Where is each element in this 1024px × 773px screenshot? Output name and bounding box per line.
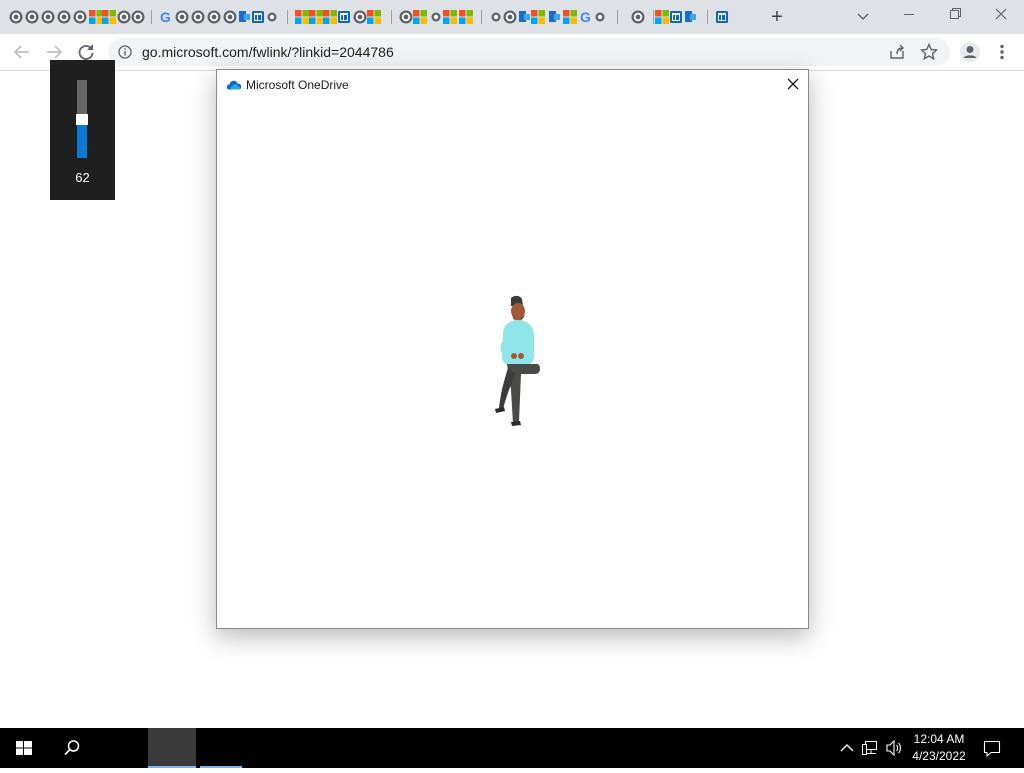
volume-slider-fill bbox=[77, 125, 87, 158]
bookmark-star-icon[interactable] bbox=[920, 43, 938, 61]
volume-slider-thumb[interactable] bbox=[76, 114, 88, 125]
search-icon bbox=[64, 740, 80, 756]
tab-search-button[interactable] bbox=[852, 6, 874, 28]
url-text: go.microsoft.com/fwlink/?linkid=2044786 bbox=[142, 44, 394, 60]
chevron-up-icon[interactable] bbox=[838, 728, 856, 768]
taskbar-search-button[interactable] bbox=[48, 728, 96, 768]
minimize-icon bbox=[904, 14, 914, 15]
person-sitting-illustration bbox=[495, 295, 540, 426]
speaker-icon[interactable] bbox=[884, 728, 904, 768]
info-icon[interactable] bbox=[118, 45, 132, 59]
restore-button[interactable] bbox=[932, 0, 978, 30]
tab-strip: G + bbox=[0, 0, 1024, 34]
restore-icon bbox=[950, 8, 961, 19]
taskbar-clock[interactable]: 12:04 AM 4/23/2022 bbox=[902, 731, 976, 765]
volume-value: 62 bbox=[75, 170, 90, 185]
start-button[interactable] bbox=[0, 728, 48, 768]
volume-slider[interactable] bbox=[76, 80, 88, 158]
onedrive-dialog: Microsoft OneDrive bbox=[216, 69, 809, 629]
windows-logo-icon bbox=[16, 741, 32, 755]
profile-button[interactable] bbox=[958, 40, 982, 64]
clock-time: 12:04 AM bbox=[913, 732, 965, 746]
more-vert-icon bbox=[1000, 44, 1004, 60]
close-window-button[interactable] bbox=[978, 0, 1024, 30]
back-button[interactable] bbox=[10, 40, 34, 64]
network-icon[interactable] bbox=[860, 728, 882, 768]
dialog-close-button[interactable] bbox=[783, 75, 803, 95]
minimize-button[interactable] bbox=[886, 0, 932, 30]
tab-favicons[interactable]: G bbox=[8, 8, 748, 26]
share-icon[interactable] bbox=[888, 44, 906, 60]
taskbar-app-onedrive[interactable] bbox=[200, 728, 242, 768]
notification-icon bbox=[983, 740, 1001, 758]
dialog-title: Microsoft OneDrive bbox=[246, 78, 349, 92]
clock-date: 4/23/2022 bbox=[912, 749, 966, 763]
browser-menu-button[interactable] bbox=[990, 40, 1014, 64]
volume-flyout: 62 bbox=[50, 60, 115, 200]
browser-toolbar: go.microsoft.com/fwlink/?linkid=2044786 bbox=[0, 34, 1024, 71]
close-icon bbox=[995, 8, 1007, 20]
action-center-button[interactable] bbox=[978, 728, 1006, 768]
arrow-left-icon bbox=[13, 45, 29, 59]
new-tab-button[interactable]: + bbox=[766, 4, 788, 30]
taskbar-app-chrome[interactable] bbox=[148, 728, 196, 768]
chevron-down-icon bbox=[857, 13, 869, 20]
taskbar: 12:04 AM 4/23/2022 bbox=[0, 728, 1024, 768]
address-bar[interactable]: go.microsoft.com/fwlink/?linkid=2044786 bbox=[108, 38, 950, 66]
avatar-icon bbox=[960, 42, 980, 62]
close-icon bbox=[787, 78, 799, 90]
onedrive-cloud-icon bbox=[226, 80, 242, 90]
